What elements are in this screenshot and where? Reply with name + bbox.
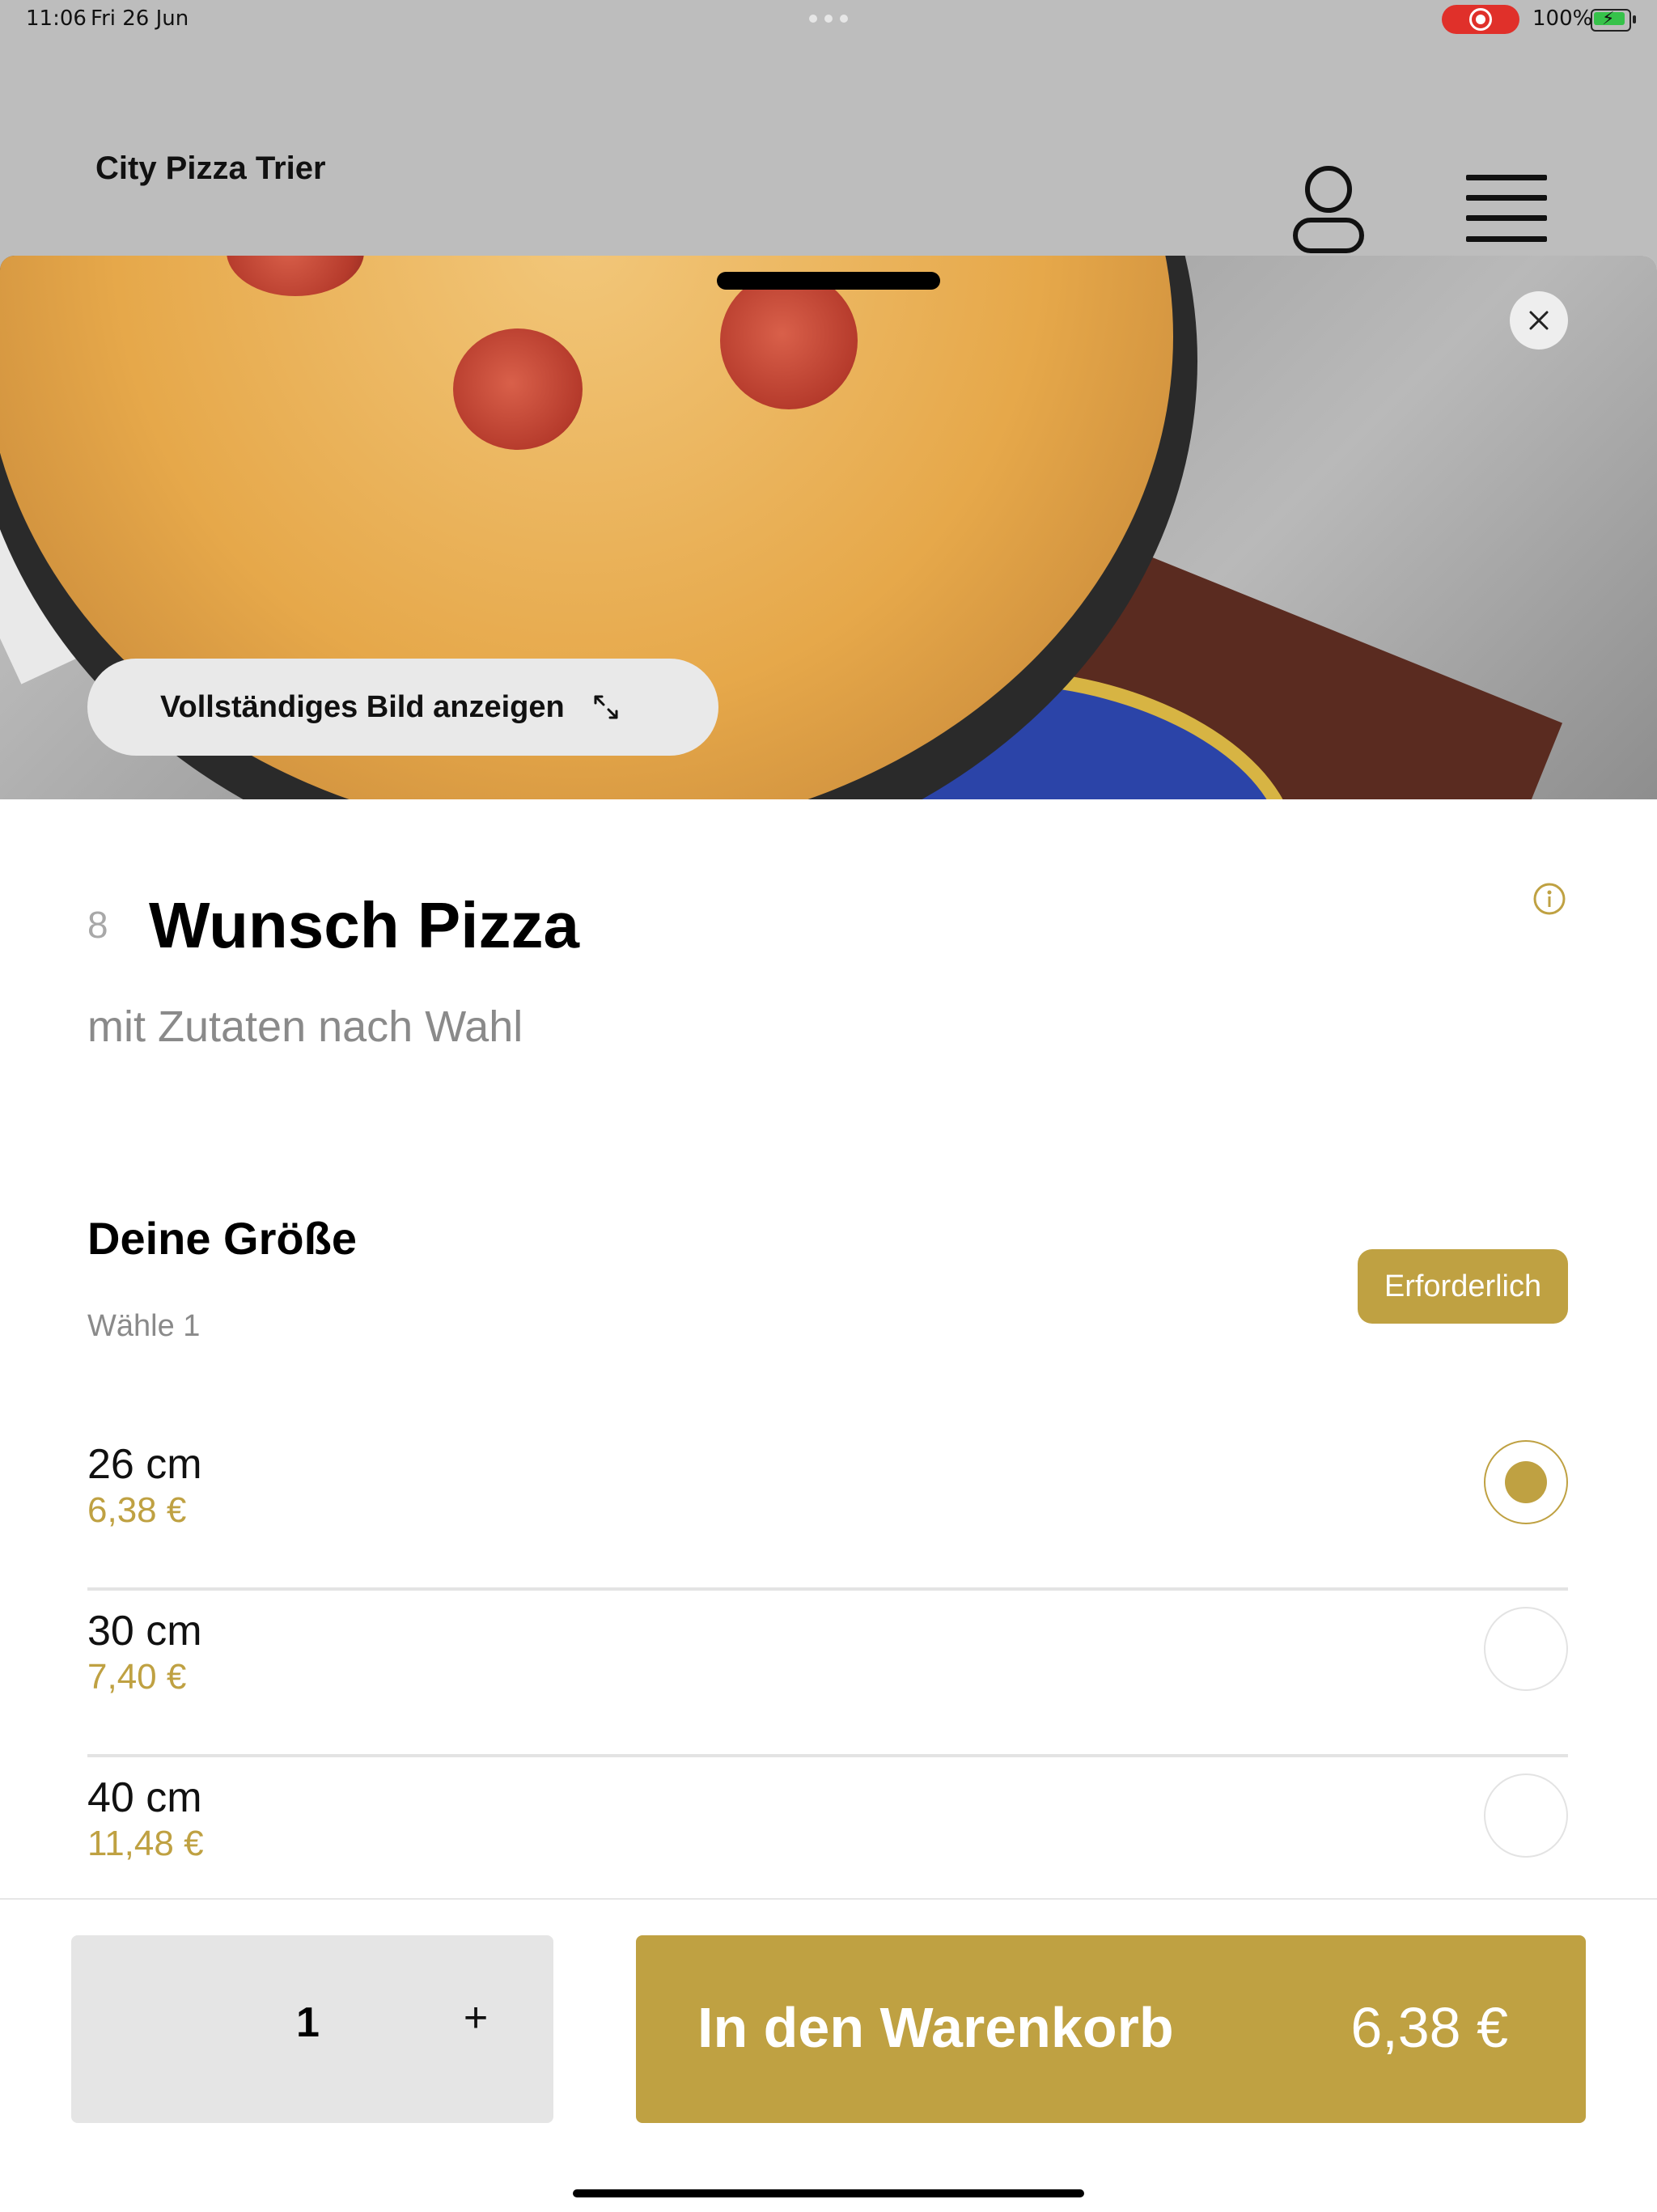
screen-recording-icon [1442,5,1519,34]
size-option-26cm[interactable]: 26 cm 6,38 € [87,1424,1568,1591]
order-footer: 1 + In den Warenkorb 6,38 € [0,1898,1657,2212]
option-radio[interactable] [1484,1773,1568,1858]
option-price: 6,38 € [87,1490,187,1530]
size-option-30cm[interactable]: 30 cm 7,40 € [87,1591,1568,1757]
increment-button[interactable]: + [443,1994,508,2042]
status-bar: 11:06 Fri 26 Jun 100% ⚡ [0,0,1657,37]
close-button[interactable] [1510,291,1568,350]
option-size: 40 cm [87,1774,202,1821]
item-image: Vollständiges Bild anzeigen [0,256,1657,799]
option-price: 11,48 € [87,1824,204,1863]
view-full-image-button[interactable]: Vollständiges Bild anzeigen [87,659,718,756]
required-badge: Erforderlich [1358,1249,1568,1324]
menu-icon[interactable] [1466,175,1547,243]
item-number: 8 [87,904,108,946]
view-full-image-label: Vollständiges Bild anzeigen [160,689,565,724]
size-group-title: Deine Größe [87,1213,357,1264]
sheet-drag-handle[interactable] [717,272,940,290]
quantity-value: 1 [296,1999,320,2046]
status-time: 11:06 [26,6,87,31]
option-radio-selected[interactable] [1484,1440,1568,1524]
quantity-stepper: 1 + [71,1935,553,2123]
option-radio[interactable] [1484,1607,1568,1691]
app-header: City Pizza Trier [0,37,1657,256]
user-icon[interactable] [1291,165,1366,254]
multitasking-dots[interactable] [809,15,848,23]
size-group-subtitle: Wähle 1 [87,1309,201,1343]
option-price: 7,40 € [87,1657,187,1697]
add-to-cart-button[interactable]: In den Warenkorb 6,38 € [636,1935,1586,2123]
battery-percentage: 100% [1532,6,1593,31]
battery-icon: ⚡ [1591,9,1636,32]
add-to-cart-label: In den Warenkorb [697,1996,1174,2059]
option-size: 26 cm [87,1441,202,1488]
status-date: Fri 26 Jun [91,6,189,31]
cart-total: 6,38 € [1350,1996,1508,2059]
item-description: mit Zutaten nach Wahl [87,1002,523,1051]
info-icon[interactable] [1532,882,1566,916]
app-title: City Pizza Trier [95,150,326,186]
expand-icon [594,695,618,719]
close-icon [1529,311,1549,330]
option-size: 30 cm [87,1608,202,1655]
item-title: Wunsch Pizza [149,889,579,961]
home-indicator[interactable] [573,2189,1084,2197]
